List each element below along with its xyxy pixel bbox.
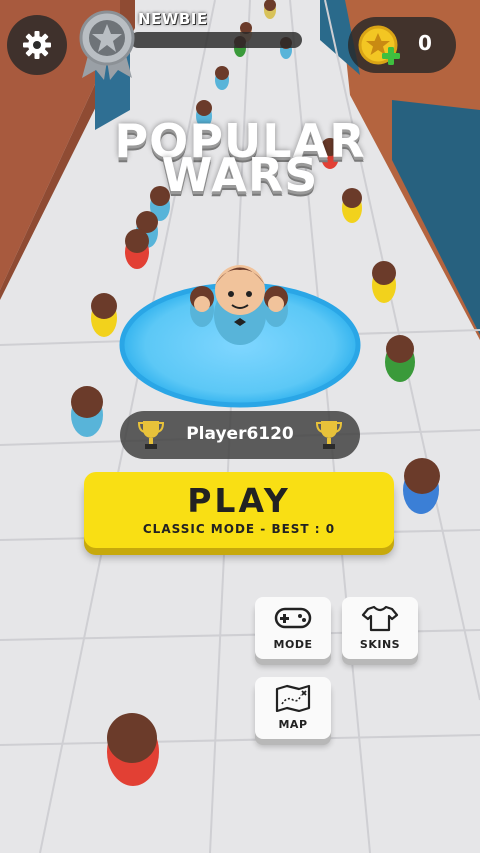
character: [403, 458, 440, 514]
star-coin-plus-icon: [358, 25, 400, 65]
character: [385, 335, 415, 382]
skins-button[interactable]: SKINS: [342, 597, 418, 659]
treasure-map-icon: [275, 684, 311, 712]
map-button[interactable]: MAP: [255, 677, 331, 739]
rank-progress-bar: [130, 32, 302, 48]
mode-button[interactable]: MODE: [255, 597, 331, 659]
character: [125, 229, 149, 269]
gamepad-icon: [274, 607, 312, 629]
skins-button-label: SKINS: [359, 638, 401, 651]
gear-icon: [23, 31, 51, 59]
player-name-pill[interactable]: Player6120: [120, 411, 360, 459]
character: [372, 261, 396, 303]
map-button-label: MAP: [278, 718, 308, 731]
game-title-line2: WARS: [161, 148, 319, 202]
rank-label: NEWBIE: [138, 10, 208, 28]
play-button-label: PLAY: [187, 481, 291, 520]
character: [215, 66, 229, 90]
play-button[interactable]: PLAY CLASSIC MODE - BEST : 0: [84, 472, 394, 548]
character: [264, 0, 276, 19]
trophy-icon: [316, 421, 342, 449]
play-button-subtitle: CLASSIC MODE - BEST : 0: [142, 522, 336, 536]
settings-button[interactable]: [7, 15, 67, 75]
star-medal-icon: [79, 10, 135, 80]
tshirt-icon: [361, 605, 399, 632]
character: [107, 713, 159, 786]
character: [71, 386, 103, 437]
coin-counter[interactable]: 0: [348, 17, 456, 73]
character: [91, 293, 117, 337]
mode-button-label: MODE: [273, 638, 313, 651]
coin-count: 0: [418, 31, 432, 55]
